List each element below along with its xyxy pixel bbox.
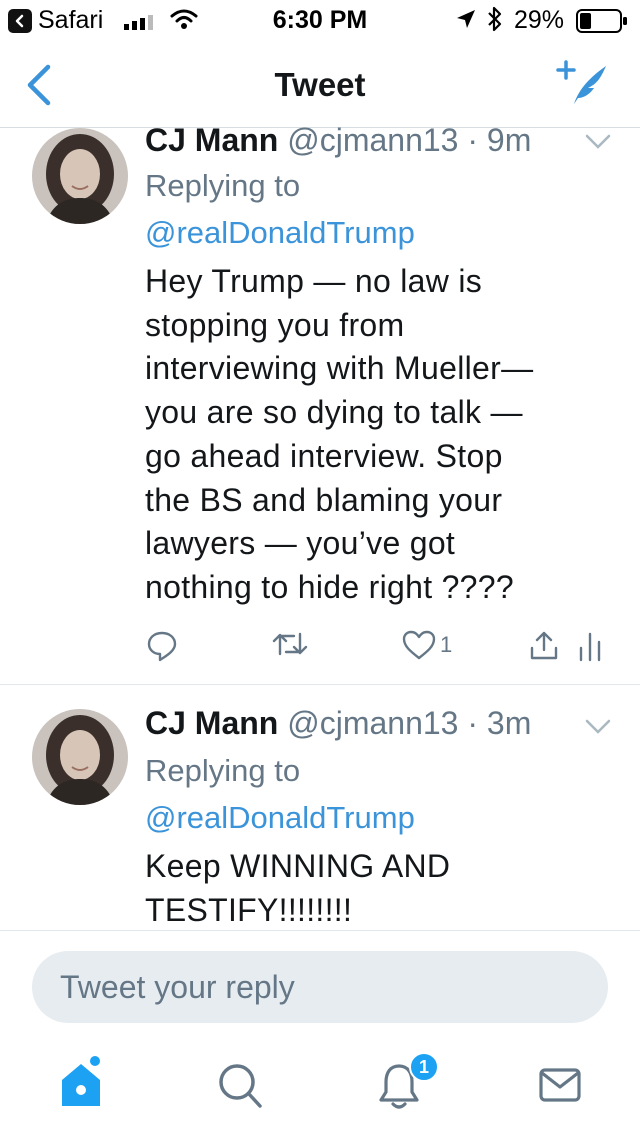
tweet-body-line: stopping you from <box>145 306 405 343</box>
analytics-icon <box>579 632 601 662</box>
tweet[interactable]: CJ Mann @cjmann13 · 3m Replying to @real… <box>0 685 640 930</box>
replying-to-mention[interactable]: @realDonaldTrump <box>145 800 415 836</box>
messages-icon[interactable] <box>538 1060 582 1110</box>
share-icon <box>530 631 558 660</box>
reply-input[interactable]: Tweet your reply <box>32 951 608 1023</box>
chevron-down-icon[interactable] <box>584 133 612 151</box>
tweet-body-line: Hey Trump — no law is <box>145 263 483 299</box>
tweet[interactable]: CJ Mann @cjmann13 · 9m Replying to @real… <box>0 122 640 684</box>
retweet-icon <box>272 632 308 656</box>
tweet-body-line: interviewing with Mueller— <box>145 350 534 387</box>
tweet-body-line: Keep WINNING AND <box>145 848 451 884</box>
tweet-body-line: lawyers — you’ve got <box>145 525 456 562</box>
navigation-bar: Tweet <box>0 40 640 128</box>
tweet-body: Keep WINNING AND TESTIFY!!!!!!!! <box>145 845 625 930</box>
avatar[interactable] <box>32 128 128 224</box>
author-handle[interactable]: @cjmann13 <box>287 122 458 158</box>
location-arrow-icon <box>457 10 475 28</box>
analytics-button[interactable] <box>578 630 602 662</box>
tweet-body-line: go ahead interview. Stop <box>145 437 503 474</box>
author-name[interactable]: CJ Mann <box>145 122 278 158</box>
reply-icon <box>147 631 177 662</box>
reply-composer: Tweet your reply <box>0 930 640 1040</box>
share-button[interactable] <box>528 630 560 662</box>
search-icon[interactable] <box>216 1060 264 1110</box>
reply-placeholder: Tweet your reply <box>60 969 295 1005</box>
replying-to-mention[interactable]: @realDonaldTrump <box>145 215 415 251</box>
tweet-body: Hey Trump — no law is stopping you from … <box>145 260 625 610</box>
compose-tweet-icon[interactable] <box>556 58 612 110</box>
tweet-body-line: TESTIFY!!!!!!!! <box>145 891 353 928</box>
heart-icon <box>402 630 436 660</box>
tweet-body-line: you are so dying to talk — <box>145 394 523 431</box>
avatar[interactable] <box>32 709 128 805</box>
battery-icon <box>576 9 627 33</box>
home-unread-dot <box>88 1054 102 1068</box>
notification-badge: 1 <box>409 1052 439 1082</box>
reply-button[interactable] <box>146 630 178 662</box>
like-button[interactable]: 1 <box>402 630 452 660</box>
tweet-time: · 9m <box>467 122 532 158</box>
replying-to-label: Replying to <box>145 168 301 203</box>
tweet-header: CJ Mann @cjmann13 · 9m <box>145 122 531 159</box>
author-handle[interactable]: @cjmann13 <box>287 705 458 741</box>
tweet-body-line: the BS and blaming your <box>145 481 503 518</box>
tweet-header: CJ Mann @cjmann13 · 3m <box>145 705 531 742</box>
retweet-button[interactable] <box>272 630 308 658</box>
replying-to-label: Replying to <box>145 753 301 788</box>
tweet-actions: 1 <box>0 630 640 670</box>
tweet-body-line: nothing to hide right ???? <box>145 568 514 605</box>
tweet-time: · 3m <box>467 705 532 741</box>
page-title: Tweet <box>274 66 366 103</box>
author-name[interactable]: CJ Mann <box>145 705 278 741</box>
chevron-down-icon[interactable] <box>584 718 612 736</box>
status-bar: Safari 6:30 PM 29% <box>0 0 640 40</box>
like-count: 1 <box>440 632 453 657</box>
bluetooth-icon <box>488 6 502 32</box>
battery-percent: 29% <box>514 6 565 34</box>
